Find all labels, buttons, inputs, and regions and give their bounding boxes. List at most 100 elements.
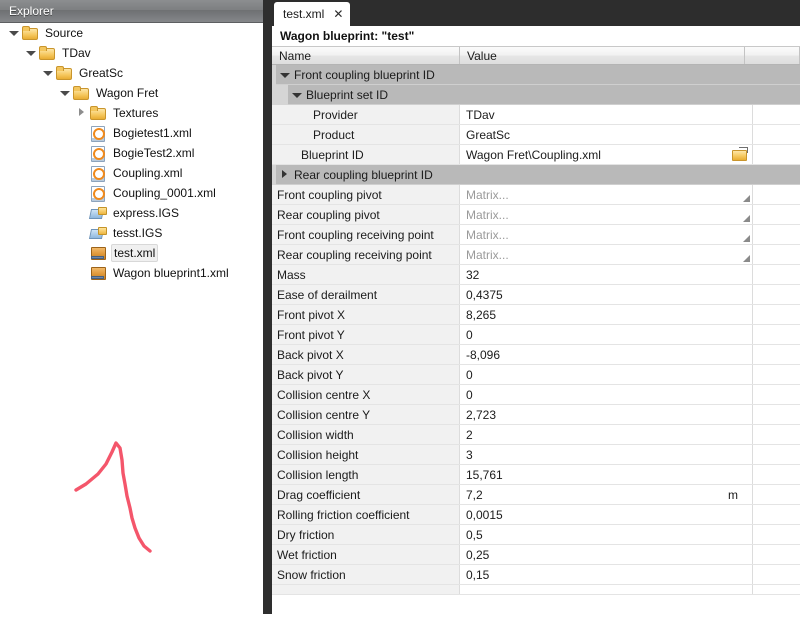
property-value[interactable]: Matrix...	[460, 185, 753, 204]
group-header[interactable]: Blueprint set ID	[288, 85, 800, 105]
property-row[interactable]: Provider TDav	[272, 105, 800, 125]
property-value[interactable]: 3	[460, 445, 753, 464]
property-extra-cell	[753, 125, 800, 144]
column-header-value[interactable]: Value	[460, 47, 745, 64]
property-value-text: Matrix...	[466, 227, 509, 242]
chevron-down-icon[interactable]	[288, 85, 306, 105]
property-row[interactable]: Front coupling receiving point Matrix...	[272, 225, 800, 245]
tree-item[interactable]: Bogietest1.xml	[0, 123, 263, 143]
property-value[interactable]: Matrix...	[460, 225, 753, 244]
expand-editor-grip-icon[interactable]	[743, 255, 750, 262]
group-header[interactable]: Front coupling blueprint ID	[276, 65, 800, 85]
browse-folder-icon[interactable]	[732, 147, 748, 161]
property-group-row[interactable]: Front coupling blueprint ID	[272, 65, 800, 85]
explorer-tree[interactable]: Source TDav GreatSc Wagon Fret Textures Bogie…	[0, 23, 263, 614]
property-row[interactable]: Dry friction 0,5	[272, 525, 800, 545]
column-header-name[interactable]: Name	[272, 47, 460, 64]
tree-item[interactable]: Wagon Fret	[0, 83, 263, 103]
property-row[interactable]	[272, 585, 800, 595]
property-grid[interactable]: Front coupling blueprint ID Blueprint set…	[272, 65, 800, 634]
property-value[interactable]: 15,761	[460, 465, 753, 484]
property-value[interactable]: Matrix...	[460, 205, 753, 224]
property-value[interactable]: 7,2 m	[460, 485, 753, 504]
tree-item[interactable]: Textures	[0, 103, 263, 123]
property-value[interactable]: GreatSc	[460, 125, 753, 144]
property-value[interactable]: 0	[460, 385, 753, 404]
property-value-text: 3	[466, 447, 473, 462]
panel-splitter[interactable]	[263, 0, 272, 614]
chevron-right-icon[interactable]	[276, 165, 294, 185]
expand-editor-grip-icon[interactable]	[743, 215, 750, 222]
tree-item[interactable]: Source	[0, 23, 263, 43]
property-row[interactable]: Rear coupling pivot Matrix...	[272, 205, 800, 225]
property-value[interactable]: Matrix...	[460, 245, 753, 264]
property-value[interactable]: 0,15	[460, 565, 753, 584]
property-value[interactable]: 0,5	[460, 525, 753, 544]
property-row[interactable]: Ease of derailment 0,4375	[272, 285, 800, 305]
chevron-down-icon[interactable]	[276, 65, 294, 85]
property-row[interactable]: Mass 32	[272, 265, 800, 285]
chevron-down-icon[interactable]	[59, 83, 72, 103]
property-value[interactable]: 8,265	[460, 305, 753, 324]
tree-item[interactable]: test.xml	[0, 243, 263, 263]
group-header[interactable]: Rear coupling blueprint ID	[276, 165, 800, 185]
property-value[interactable]: 0	[460, 325, 753, 344]
property-row[interactable]: Front pivot X 8,265	[272, 305, 800, 325]
property-value[interactable]: 2	[460, 425, 753, 444]
tree-item[interactable]: TDav	[0, 43, 263, 63]
property-extra-cell	[753, 245, 800, 264]
property-value[interactable]: 2,723	[460, 405, 753, 424]
tree-item[interactable]: Wagon blueprint1.xml	[0, 263, 263, 283]
tree-item[interactable]: BogieTest2.xml	[0, 143, 263, 163]
tree-item-label: test.xml	[111, 244, 159, 262]
tree-item[interactable]: express.IGS	[0, 203, 263, 223]
property-row[interactable]: Back pivot Y 0	[272, 365, 800, 385]
tab-test-xml[interactable]: test.xml ✕	[274, 2, 351, 26]
expand-editor-grip-icon[interactable]	[743, 195, 750, 202]
chevron-down-icon[interactable]	[8, 23, 21, 43]
property-row[interactable]: Collision centre Y 2,723	[272, 405, 800, 425]
chevron-down-icon[interactable]	[25, 43, 38, 63]
property-value[interactable]: TDav	[460, 105, 753, 124]
tree-item[interactable]: Coupling_0001.xml	[0, 183, 263, 203]
property-row[interactable]: Collision length 15,761	[272, 465, 800, 485]
chevron-right-icon[interactable]	[76, 103, 89, 123]
twisty-spacer	[76, 263, 89, 283]
expand-editor-grip-icon[interactable]	[743, 235, 750, 242]
property-value[interactable]	[460, 585, 753, 594]
property-row[interactable]: Rear coupling receiving point Matrix...	[272, 245, 800, 265]
property-row[interactable]: Collision height 3	[272, 445, 800, 465]
property-row[interactable]: Back pivot X -8,096	[272, 345, 800, 365]
property-row[interactable]: Front pivot Y 0	[272, 325, 800, 345]
property-row[interactable]: Product GreatSc	[272, 125, 800, 145]
property-row[interactable]: Blueprint ID Wagon Fret\Coupling.xml	[272, 145, 800, 165]
property-value[interactable]: 0	[460, 365, 753, 384]
tree-item[interactable]: GreatSc	[0, 63, 263, 83]
property-value[interactable]: 0,25	[460, 545, 753, 564]
property-value[interactable]: 32	[460, 265, 753, 284]
property-group-row[interactable]: Rear coupling blueprint ID	[272, 165, 800, 185]
property-row[interactable]: Front coupling pivot Matrix...	[272, 185, 800, 205]
property-row[interactable]: Collision centre X 0	[272, 385, 800, 405]
property-value[interactable]: Wagon Fret\Coupling.xml	[460, 145, 753, 164]
close-icon[interactable]: ✕	[333, 8, 343, 20]
tree-item[interactable]: tesst.IGS	[0, 223, 263, 243]
property-value[interactable]: 0,0015	[460, 505, 753, 524]
igs-model-icon	[89, 225, 107, 241]
property-value[interactable]: -8,096	[460, 345, 753, 364]
property-row[interactable]: Snow friction 0,15	[272, 565, 800, 585]
tree-item[interactable]: Coupling.xml	[0, 163, 263, 183]
property-row[interactable]: Wet friction 0,25	[272, 545, 800, 565]
property-row[interactable]: Rolling friction coefficient 0,0015	[272, 505, 800, 525]
column-header-extra[interactable]	[745, 47, 800, 64]
chevron-down-icon[interactable]	[42, 63, 55, 83]
property-extra-cell	[753, 365, 800, 384]
property-group-row[interactable]: Blueprint set ID	[272, 85, 800, 105]
property-name: Back pivot Y	[272, 365, 460, 384]
tree-item-label: Bogietest1.xml	[113, 126, 192, 140]
property-name-label: Collision width	[277, 427, 354, 442]
property-value[interactable]: 0,4375	[460, 285, 753, 304]
property-extra-cell	[753, 285, 800, 304]
property-row[interactable]: Collision width 2	[272, 425, 800, 445]
property-row[interactable]: Drag coefficient 7,2 m	[272, 485, 800, 505]
